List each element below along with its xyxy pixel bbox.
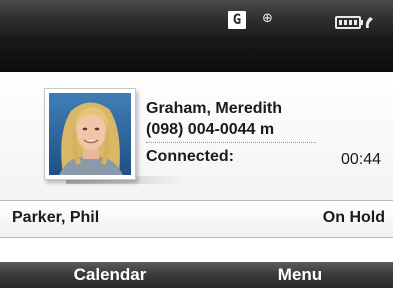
title-strip bbox=[0, 36, 393, 72]
calendar-softkey[interactable]: Calendar bbox=[40, 265, 180, 285]
softkey-bar: Calendar Menu bbox=[0, 262, 393, 288]
contact-photo bbox=[44, 88, 136, 180]
network-g-icon[interactable]: G bbox=[228, 11, 246, 29]
empty-row bbox=[0, 238, 393, 264]
menu-softkey[interactable]: Menu bbox=[230, 265, 370, 285]
contact-name: Graham, Meredith bbox=[146, 100, 283, 117]
divider bbox=[146, 142, 316, 143]
held-contact-name: Parker, Phil bbox=[12, 209, 100, 226]
call-timer: 00:44 bbox=[340, 151, 381, 168]
held-call-status: On Hold bbox=[322, 209, 385, 226]
phone-number: (098) 004-0044 m bbox=[146, 121, 275, 138]
status-bar: G ⊕ bbox=[0, 0, 393, 36]
battery-phone-icon[interactable] bbox=[335, 14, 375, 30]
held-call-row[interactable]: Parker, Phil On Hold bbox=[0, 201, 393, 237]
call-status: Connected: bbox=[146, 148, 234, 165]
roaming-icon[interactable]: ⊕ bbox=[262, 11, 273, 27]
contact-photo-image bbox=[49, 93, 131, 175]
